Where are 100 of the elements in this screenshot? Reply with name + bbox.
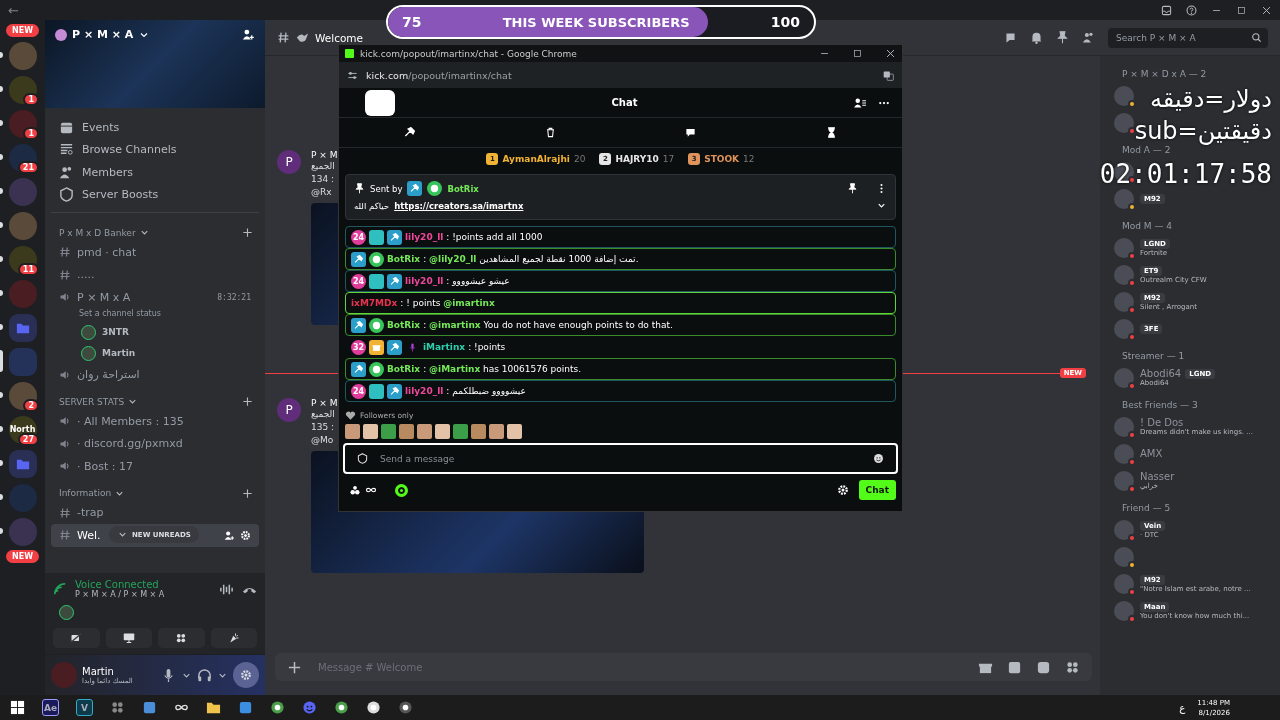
- search-field[interactable]: Search P × M × A: [1114, 31, 1251, 44]
- chat-username[interactable]: BotRix: [387, 320, 421, 330]
- channel-item[interactable]: · All Members : 135: [51, 410, 259, 433]
- server-icon[interactable]: [8, 143, 37, 172]
- chat-input[interactable]: Send a message: [378, 452, 863, 465]
- app-icon[interactable]: Ae: [42, 699, 59, 716]
- keyboard-language[interactable]: ع: [1179, 702, 1186, 713]
- menu-item[interactable]: Browse Channels: [59, 138, 251, 161]
- channel-item[interactable]: -trap: [51, 501, 259, 524]
- chat-bubble-icon[interactable]: [685, 127, 697, 138]
- server-folder[interactable]: [8, 313, 37, 342]
- help-icon[interactable]: [1186, 4, 1197, 16]
- invite-icon[interactable]: [242, 28, 255, 41]
- add-channel-icon[interactable]: [242, 396, 253, 407]
- chat-username[interactable]: BotRix: [387, 254, 421, 264]
- member-name[interactable]: Nasser: [1140, 471, 1175, 482]
- channel-item[interactable]: pmd · chat: [51, 241, 259, 264]
- member-name[interactable]: AMX: [1140, 448, 1163, 459]
- plus-icon[interactable]: [287, 659, 302, 675]
- message-author[interactable]: P × M: [311, 150, 338, 160]
- maximize-icon[interactable]: [1236, 4, 1247, 16]
- menu-item[interactable]: Server Boosts: [59, 183, 251, 206]
- chat-input-box[interactable]: Send a message: [343, 443, 898, 474]
- server-icon[interactable]: [8, 109, 37, 138]
- inbox-icon[interactable]: [1161, 4, 1172, 16]
- channel-item[interactable]: · Bost : 17: [51, 455, 259, 478]
- voice-channel-path[interactable]: P × M × A / P × M × A: [75, 590, 211, 599]
- invite-icon[interactable]: [224, 529, 235, 541]
- translate-icon[interactable]: [883, 69, 894, 81]
- chat-username[interactable]: BotRix: [387, 364, 421, 374]
- server-folder[interactable]: [8, 449, 37, 478]
- ban-tool-icon[interactable]: [403, 127, 415, 138]
- sticker-icon[interactable]: [1036, 659, 1051, 675]
- server-name[interactable]: P × M × A: [72, 28, 134, 41]
- threads-icon[interactable]: [1004, 31, 1017, 44]
- app-icon[interactable]: V: [76, 699, 93, 716]
- address-bar[interactable]: kick.com/popout/imartinx/chat: [366, 69, 512, 81]
- member-name[interactable]: Abodi64: [1140, 368, 1182, 379]
- chat-app-icon[interactable]: [302, 700, 317, 715]
- notification-bell-icon[interactable]: [1030, 31, 1043, 44]
- timeout-icon[interactable]: [826, 127, 838, 138]
- category-name[interactable]: SERVER STATS: [59, 396, 125, 407]
- pinned-author[interactable]: BotRix: [447, 183, 479, 194]
- unpin-icon[interactable]: [847, 183, 858, 194]
- close-icon[interactable]: [885, 48, 896, 59]
- channel-item[interactable]: · discord.gg/pxmxd: [51, 432, 259, 455]
- message-author[interactable]: P × M: [311, 398, 338, 408]
- windows-start-icon[interactable]: [10, 700, 25, 715]
- member-list-icon[interactable]: [1082, 31, 1095, 44]
- channel-item[interactable]: P × M x A 8:32:21: [51, 286, 259, 309]
- settings-icon[interactable]: [240, 529, 251, 541]
- add-channel-icon[interactable]: [242, 487, 253, 499]
- chat-username[interactable]: lily20_ll: [405, 386, 444, 396]
- apps-icon[interactable]: [1065, 659, 1080, 675]
- message-input[interactable]: Message # Welcome: [316, 660, 964, 674]
- delete-icon[interactable]: [544, 127, 556, 138]
- add-channel-icon[interactable]: [242, 227, 253, 238]
- gifter-name[interactable]: AymanAlrajhi: [502, 154, 570, 164]
- maximize-icon[interactable]: [852, 48, 863, 59]
- settings-button[interactable]: [233, 662, 259, 688]
- chat-username[interactable]: ixM7MDx: [351, 298, 398, 308]
- send-chat-button[interactable]: Chat: [858, 480, 896, 500]
- menu-label: Browse Channels: [82, 143, 177, 157]
- users-icon[interactable]: [854, 96, 866, 109]
- chat-username[interactable]: lily20_ll: [405, 276, 444, 286]
- voice-member-name[interactable]: Martin: [102, 348, 136, 358]
- back-arrow[interactable]: ←: [8, 2, 19, 18]
- chat-username[interactable]: lily20_ll: [405, 232, 444, 242]
- activities-button[interactable]: [158, 628, 205, 648]
- folder-icon[interactable]: [206, 700, 221, 715]
- soundboard-button[interactable]: [210, 628, 257, 648]
- settings-icon[interactable]: [836, 484, 849, 496]
- site-info-icon[interactable]: [347, 69, 358, 81]
- emoji-icon[interactable]: [873, 453, 884, 464]
- menu-item[interactable]: Events: [59, 116, 251, 139]
- camera-off-button[interactable]: [53, 628, 100, 648]
- search-bar[interactable]: Search P × M × A: [1108, 27, 1268, 48]
- pinned-link[interactable]: https://creators.sa/imartnx: [394, 200, 524, 211]
- window-icon[interactable]: [142, 700, 157, 715]
- menu-item[interactable]: Members: [59, 161, 251, 184]
- new-badge: NEW: [6, 550, 39, 563]
- category-name[interactable]: Information: [59, 488, 112, 498]
- headphones-icon[interactable]: [197, 667, 212, 683]
- close-icon[interactable]: [1261, 4, 1272, 16]
- channel-item[interactable]: استراحة روان: [51, 363, 259, 386]
- channel-status[interactable]: Set a channel status: [51, 308, 259, 322]
- chat-username[interactable]: iMartinx: [423, 342, 466, 352]
- hash-icon: [59, 529, 71, 542]
- member-name[interactable]: ! De Dos: [1140, 417, 1184, 428]
- gifter-name[interactable]: HAJRY10: [615, 154, 659, 164]
- server-icon[interactable]: [8, 75, 37, 104]
- screen-share-button[interactable]: [105, 628, 152, 648]
- gifter-name[interactable]: STOOK: [704, 154, 740, 164]
- server-icon[interactable]: [8, 381, 37, 410]
- message-composer[interactable]: Message # Welcome: [275, 653, 1092, 681]
- server-icon[interactable]: [8, 245, 37, 274]
- pin-icon[interactable]: [1056, 31, 1069, 44]
- channel-item[interactable]: .....: [51, 263, 259, 286]
- voice-member-name[interactable]: 3NTR: [102, 327, 129, 337]
- category-name[interactable]: P x M x D Banker: [59, 227, 136, 238]
